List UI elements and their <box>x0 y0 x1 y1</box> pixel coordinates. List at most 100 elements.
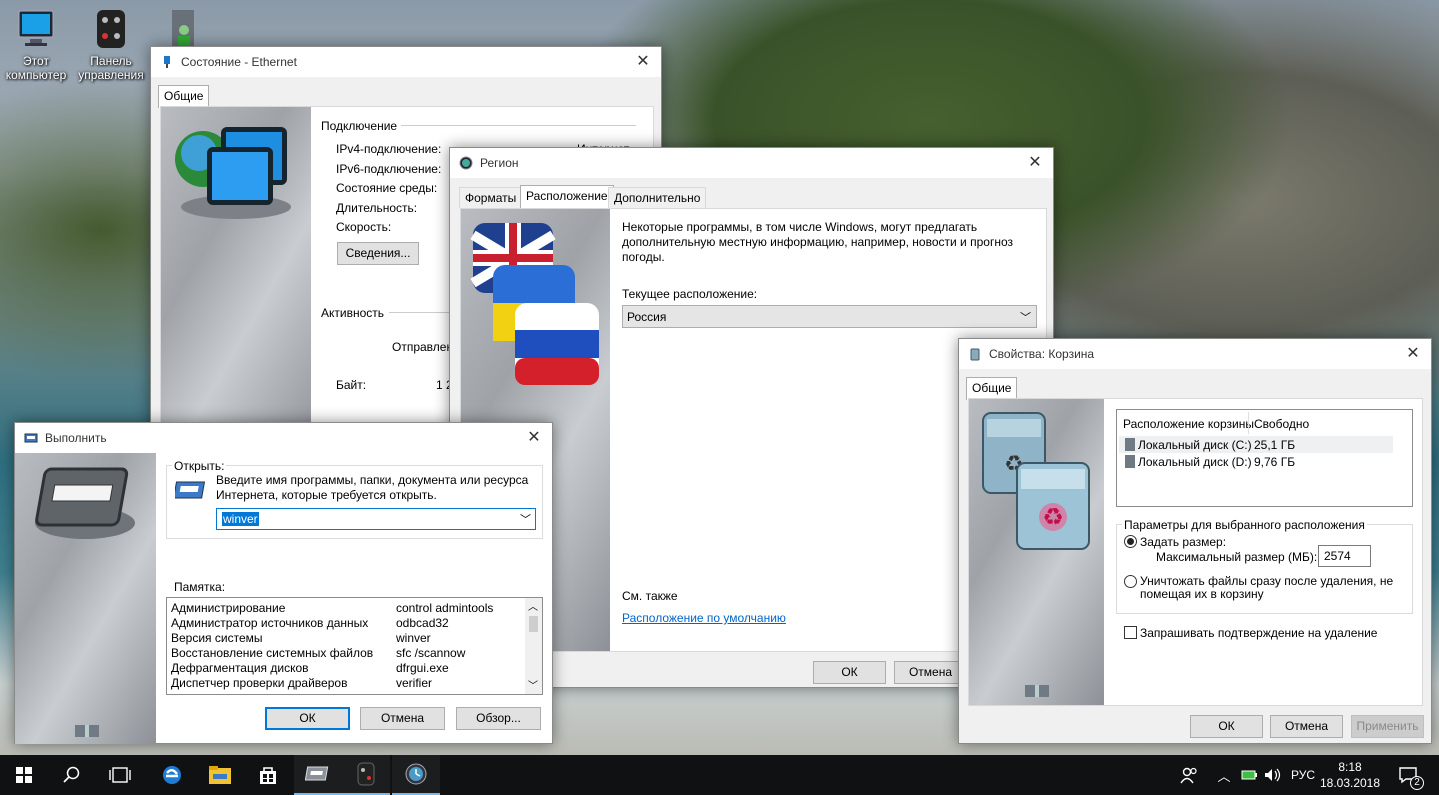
set-size-label[interactable]: Задать размер: <box>1140 535 1226 549</box>
cancel-button[interactable]: Отмена <box>360 707 445 730</box>
language-indicator[interactable]: РУС <box>1286 755 1320 795</box>
close-icon[interactable]: ✕ <box>1025 153 1045 173</box>
action-center-button[interactable]: 2 <box>1392 755 1424 795</box>
ok-button[interactable]: ОК <box>265 707 350 730</box>
drive-name: Локальный диск (D:) <box>1138 455 1252 469</box>
clock-date: 18.03.2018 <box>1319 776 1381 790</box>
memo-item[interactable]: Администрирование <box>171 601 285 615</box>
confirm-delete-label[interactable]: Запрашивать подтверждение на удаление <box>1140 626 1377 640</box>
taskbar-region-button[interactable] <box>392 755 440 795</box>
task-view-icon <box>109 767 131 783</box>
memo-item[interactable]: Администратор источников данных <box>171 616 368 630</box>
run-input[interactable]: winver ﹀ <box>216 508 536 530</box>
close-icon[interactable]: ✕ <box>524 428 544 448</box>
default-location-link[interactable]: Расположение по умолчанию <box>622 611 786 625</box>
memo-cmd: odbcad32 <box>396 616 449 630</box>
memo-item-name: Диспетчер проверки драйверов <box>171 676 348 690</box>
column-header-free[interactable]: Свободно <box>1254 417 1309 431</box>
scroll-down-icon[interactable]: ﹀ <box>528 677 538 692</box>
current-location-label: Текущее расположение: <box>622 287 758 301</box>
file-explorer-button[interactable] <box>196 755 244 795</box>
volume-icon[interactable] <box>1261 755 1283 795</box>
drive-list[interactable]: Расположение корзины Свободно Локальный … <box>1116 409 1413 507</box>
task-view-button[interactable] <box>96 755 144 795</box>
delete-now-label[interactable]: Уничтожать файлы сразу после удаления, н… <box>1140 575 1405 601</box>
current-location-select[interactable]: Россия ﹀ <box>622 305 1037 328</box>
people-button[interactable] <box>1176 755 1202 795</box>
title-bar[interactable]: Регион ✕ <box>450 148 1053 178</box>
memo-item[interactable]: Диспетчер проверки драйверов <box>171 676 347 690</box>
tab-general[interactable]: Общие <box>158 85 210 108</box>
taskbar-control-panel-button[interactable] <box>342 755 390 795</box>
column-header-location[interactable]: Расположение корзины <box>1123 417 1254 431</box>
scrollbar[interactable]: ︿ ﹀ <box>525 598 542 694</box>
max-size-value: 2574 <box>1324 549 1351 563</box>
desktop-icon-this-pc[interactable]: Этот компьютер <box>0 8 72 82</box>
max-size-input[interactable]: 2574 <box>1318 545 1371 567</box>
memo-cmd: dfrgui.exe <box>396 661 449 675</box>
memo-cmd: verifier <box>396 676 433 690</box>
network-plug-icon <box>164 56 170 68</box>
tab-location[interactable]: Расположение <box>520 185 614 208</box>
memo-item-name: Восстановление системных файлов <box>171 646 374 660</box>
memo-item[interactable]: Версия системы <box>171 631 263 645</box>
tray-overflow-chevron-icon[interactable]: ︿ <box>1213 755 1235 795</box>
tab-general[interactable]: Общие <box>966 377 1018 400</box>
tab-advanced[interactable]: Дополнительно <box>608 187 707 208</box>
start-button[interactable] <box>0 755 48 795</box>
memo-item-name: Версия системы <box>171 631 263 645</box>
title-bar[interactable]: Состояние - Ethernet ✕ <box>151 47 661 77</box>
windows-logo-icon <box>16 767 32 783</box>
scroll-thumb[interactable] <box>529 616 538 632</box>
bytes-label: Байт: <box>336 378 367 392</box>
open-group-label: Открыть: <box>172 459 227 473</box>
ok-button[interactable]: ОК <box>813 661 886 684</box>
store-button[interactable] <box>244 755 292 795</box>
store-bag-icon <box>260 767 276 784</box>
max-size-label: Максимальный размер (МБ): <box>1156 550 1318 564</box>
chevron-down-icon[interactable]: ﹀ <box>520 511 531 527</box>
browse-button[interactable]: Обзор... <box>456 707 541 730</box>
clock[interactable]: 8:18 18.03.2018 <box>1319 755 1381 795</box>
svg-text:♻: ♻ <box>1042 503 1064 531</box>
battery-icon[interactable] <box>1238 755 1260 795</box>
edge-button[interactable] <box>148 755 196 795</box>
close-icon[interactable]: ✕ <box>1403 344 1423 364</box>
close-icon[interactable]: ✕ <box>633 52 653 72</box>
run-icon <box>24 433 38 443</box>
details-button[interactable]: Сведения... <box>337 242 419 265</box>
title-bar[interactable]: Выполнить ✕ <box>15 423 552 453</box>
ipv6-label: IPv6-подключение: <box>336 162 442 176</box>
edge-icon <box>163 766 181 784</box>
gift-icon <box>1025 685 1049 697</box>
ok-button[interactable]: ОК <box>1190 715 1263 738</box>
scroll-up-icon[interactable]: ︿ <box>528 598 538 613</box>
memo-item[interactable]: Дефрагментация дисков <box>171 661 309 675</box>
activity-header: Активность <box>321 306 385 320</box>
title-bar[interactable]: Свойства: Корзина ✕ <box>959 339 1431 369</box>
set-size-radio[interactable] <box>1124 535 1137 548</box>
tab-formats[interactable]: Форматы <box>459 187 523 208</box>
chevron-down-icon: ﹀ <box>1020 312 1031 324</box>
monitor-icon <box>18 10 54 46</box>
people-icon <box>1180 767 1197 784</box>
drive-row[interactable]: Локальный диск (D:) 9,76 ГБ <box>1119 453 1393 470</box>
cancel-button[interactable]: Отмена <box>1270 715 1343 738</box>
desktop-icon-label: Панель управления <box>78 54 144 82</box>
search-button[interactable] <box>48 755 96 795</box>
delete-now-radio[interactable] <box>1124 575 1137 588</box>
memo-item[interactable]: Восстановление системных файлов <box>171 646 373 660</box>
control-panel-icon <box>97 10 125 48</box>
side-image <box>161 107 311 467</box>
drive-name: Локальный диск (C:) <box>1138 438 1252 452</box>
taskbar-run-button[interactable] <box>294 755 342 795</box>
confirm-delete-checkbox[interactable] <box>1124 626 1137 639</box>
drive-row[interactable]: Локальный диск (C:) 25,1 ГБ <box>1119 436 1393 453</box>
apply-button[interactable]: Применить <box>1351 715 1424 738</box>
user-folder-icon <box>172 10 194 48</box>
memo-list[interactable]: Администрирование control admintools Адм… <box>166 597 543 695</box>
side-image: ♻ ♻ <box>969 399 1104 705</box>
cancel-button[interactable]: Отмена <box>894 661 967 684</box>
speed-label: Скорость: <box>336 220 392 234</box>
desktop-icon-control-panel[interactable]: Панель управления <box>75 8 147 82</box>
